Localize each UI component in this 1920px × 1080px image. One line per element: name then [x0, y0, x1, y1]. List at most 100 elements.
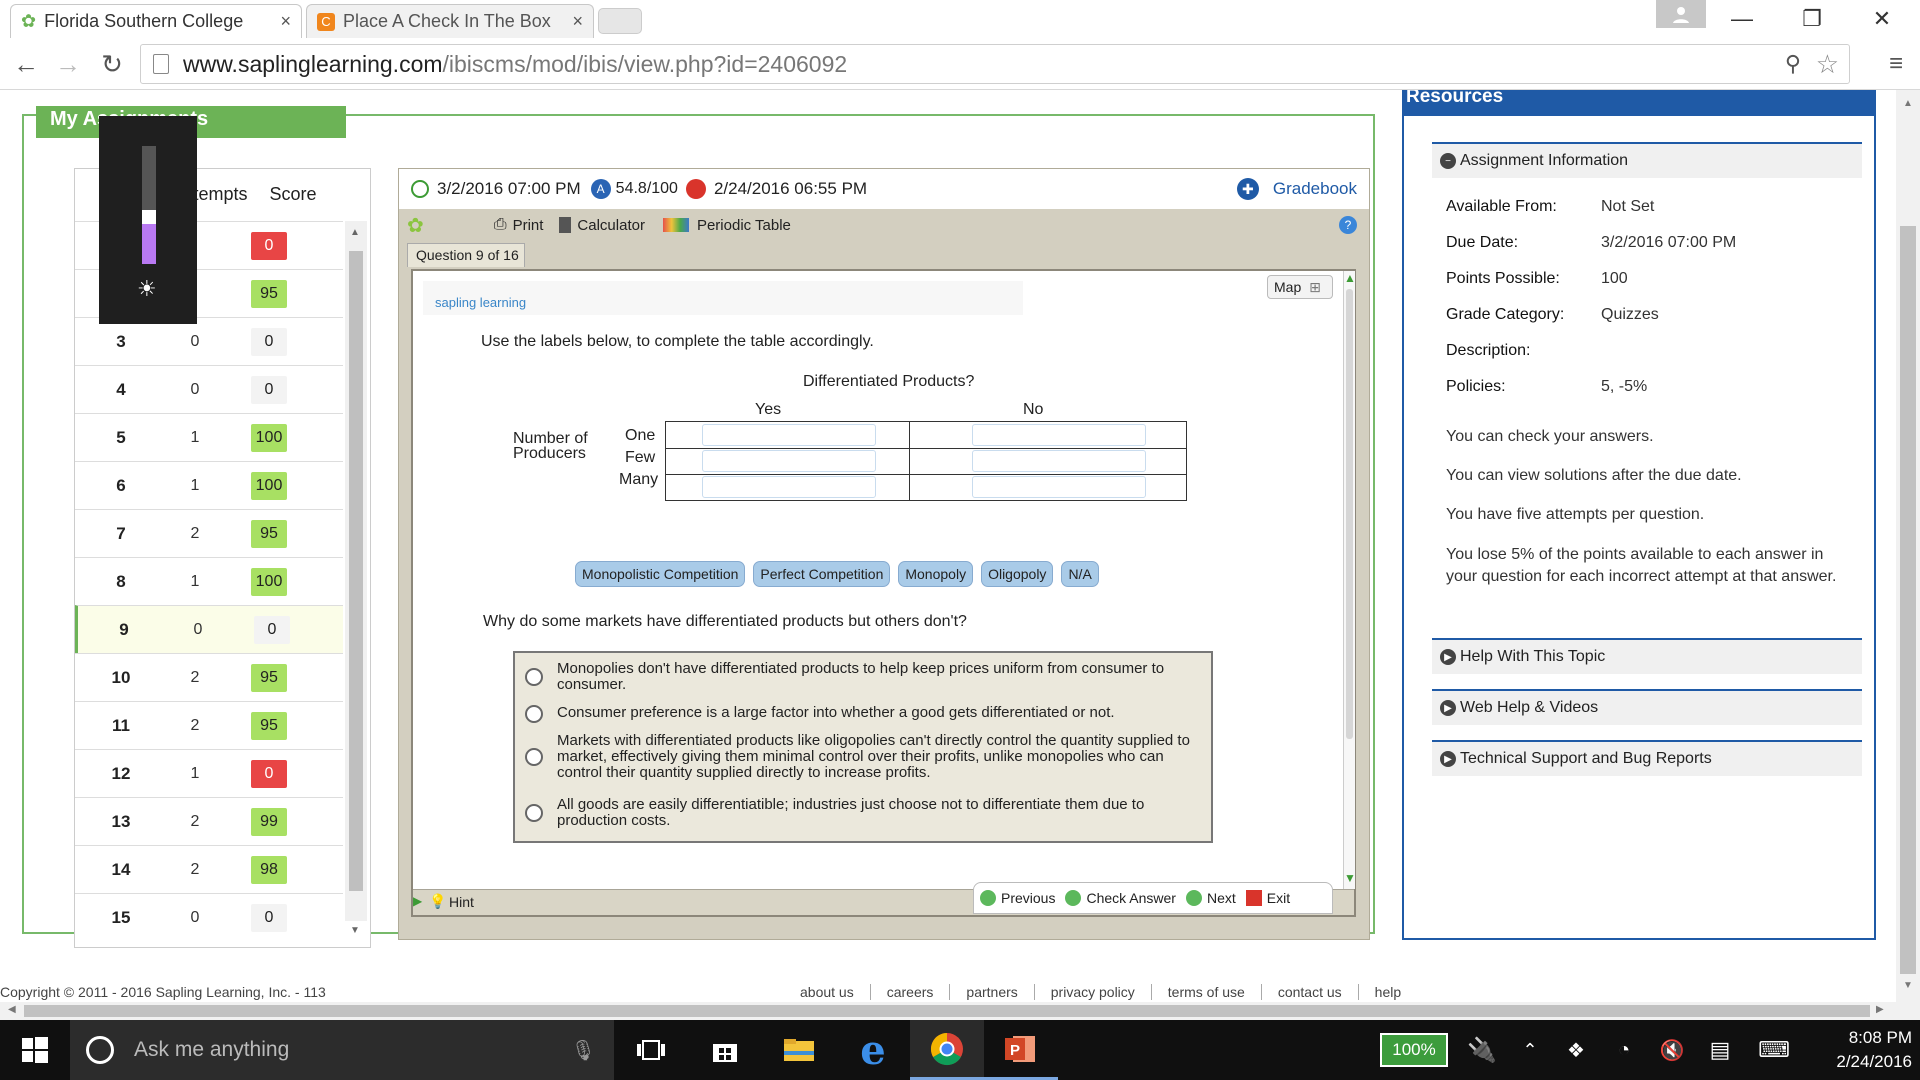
- horizontal-scrollbar[interactable]: ◀ ▶: [0, 1002, 1920, 1020]
- radio-option-2[interactable]: [525, 705, 543, 723]
- question-row[interactable]: 7 2 95: [75, 509, 343, 557]
- footer-link[interactable]: help: [1357, 984, 1417, 1000]
- radio-option-4[interactable]: [525, 804, 543, 822]
- gradebook-icon[interactable]: ✚: [1236, 178, 1259, 200]
- action-center-icon[interactable]: ▤: [1696, 1020, 1744, 1080]
- chip-monopolistic-competition[interactable]: Monopolistic Competition: [575, 561, 746, 587]
- question-row[interactable]: 15 0 0: [75, 893, 343, 941]
- exit-button[interactable]: Exit: [1267, 890, 1290, 906]
- zoom-icon[interactable]: ⚲: [1785, 51, 1801, 77]
- forward-icon[interactable]: →: [50, 46, 86, 82]
- scroll-right-icon[interactable]: ▶: [1876, 1004, 1884, 1015]
- tab-place-a-check[interactable]: C Place A Check In The Box ×: [306, 4, 594, 38]
- volume-thumb[interactable]: [142, 209, 156, 224]
- keyboard-icon[interactable]: ⌨: [1744, 1020, 1804, 1080]
- question-row[interactable]: 5 1 100: [75, 413, 343, 461]
- help-with-topic-section[interactable]: ▶ Help With This Topic: [1432, 638, 1862, 674]
- check-icon[interactable]: [1065, 890, 1082, 906]
- question-row[interactable]: 4 0 0: [75, 365, 343, 413]
- close-icon[interactable]: ×: [572, 11, 583, 32]
- show-hidden-icons[interactable]: ⌃: [1508, 1020, 1552, 1080]
- drop-slot-few-no[interactable]: [972, 450, 1146, 472]
- powerpoint-icon[interactable]: P: [984, 1020, 1058, 1080]
- bookmark-star-icon[interactable]: ☆: [1816, 49, 1839, 80]
- expand-icon[interactable]: ▶: [413, 894, 422, 908]
- calculator-icon[interactable]: [559, 217, 572, 233]
- restore-icon[interactable]: ❐: [1786, 0, 1838, 38]
- technical-support-section[interactable]: ▶ Technical Support and Bug Reports: [1432, 740, 1862, 776]
- file-explorer-icon[interactable]: [762, 1020, 836, 1080]
- new-tab-button[interactable]: [598, 8, 642, 34]
- drop-slot-one-yes[interactable]: [702, 424, 876, 446]
- close-icon[interactable]: ×: [280, 11, 291, 32]
- minimize-icon[interactable]: —: [1716, 0, 1768, 38]
- collapse-icon[interactable]: −: [1440, 153, 1456, 169]
- scrollbar-thumb[interactable]: [1346, 289, 1353, 739]
- scrollbar-thumb[interactable]: [1900, 226, 1916, 974]
- footer-link[interactable]: terms of use: [1150, 984, 1261, 1000]
- periodic-table-icon[interactable]: [662, 218, 689, 232]
- question-row[interactable]: 3 0 0: [75, 317, 343, 365]
- chip-oligopoly[interactable]: Oligopoly: [981, 561, 1054, 587]
- question-row[interactable]: 10 2 95: [75, 653, 343, 701]
- chip-perfect-competition[interactable]: Perfect Competition: [753, 561, 891, 587]
- drop-slot-one-no[interactable]: [972, 424, 1146, 446]
- scroll-up-icon[interactable]: ▲: [1344, 271, 1356, 285]
- reload-icon[interactable]: ↻: [94, 46, 130, 82]
- drop-slot-many-no[interactable]: [972, 476, 1146, 498]
- calculator-button[interactable]: Calculator: [577, 217, 645, 234]
- chip-monopoly[interactable]: Monopoly: [898, 561, 974, 587]
- question-row[interactable]: 14 2 98: [75, 845, 343, 893]
- chip-na[interactable]: N/A: [1061, 561, 1099, 587]
- scroll-down-icon[interactable]: ▼: [1344, 871, 1356, 885]
- drop-slot-few-yes[interactable]: [702, 450, 876, 472]
- wifi-icon[interactable]: ◔: [1600, 1020, 1648, 1080]
- question-scrollbar[interactable]: ▲ ▼: [1343, 271, 1356, 889]
- cortana-search[interactable]: Ask me anything 🎙: [70, 1020, 614, 1080]
- start-button[interactable]: [0, 1020, 70, 1080]
- radio-option-1[interactable]: [525, 668, 543, 686]
- next-icon[interactable]: [1185, 890, 1202, 906]
- option-4[interactable]: All goods are easily differentiatible; i…: [515, 797, 1215, 829]
- battery-indicator[interactable]: 100%: [1380, 1033, 1448, 1067]
- profile-icon[interactable]: [1656, 0, 1706, 28]
- footer-link[interactable]: contact us: [1260, 984, 1358, 1000]
- web-help-videos-section[interactable]: ▶ Web Help & Videos: [1432, 689, 1862, 725]
- store-icon[interactable]: [688, 1020, 762, 1080]
- scroll-up-icon[interactable]: ▲: [1903, 98, 1913, 109]
- expand-icon[interactable]: ▶: [1440, 751, 1456, 767]
- url-input[interactable]: www.saplinglearning.com/ibiscms/mod/ibis…: [140, 44, 1850, 84]
- question-row[interactable]: 9 0 0: [75, 605, 343, 653]
- scroll-left-icon[interactable]: ◀: [8, 1004, 16, 1015]
- assignment-information-section[interactable]: − Assignment Information: [1432, 142, 1862, 178]
- exit-icon[interactable]: [1245, 890, 1262, 906]
- edge-icon[interactable]: e: [836, 1020, 910, 1080]
- footer-link[interactable]: about us: [784, 984, 870, 1000]
- footer-link[interactable]: partners: [949, 984, 1033, 1000]
- expand-icon[interactable]: ▶: [1440, 700, 1456, 716]
- map-button[interactable]: Map ⊞: [1267, 275, 1333, 299]
- page-scrollbar[interactable]: ▲ ▼: [1896, 90, 1920, 1002]
- task-view-icon[interactable]: [614, 1020, 688, 1080]
- volume-track[interactable]: [142, 146, 156, 264]
- volume-muted-icon[interactable]: 🔇: [1648, 1020, 1696, 1080]
- chrome-icon[interactable]: [910, 1020, 984, 1080]
- check-answer-button[interactable]: Check Answer: [1086, 890, 1175, 906]
- hint-button[interactable]: Hint: [449, 894, 474, 910]
- scroll-down-icon[interactable]: ▼: [350, 925, 360, 936]
- gradebook-link[interactable]: Gradebook: [1273, 179, 1357, 199]
- print-icon[interactable]: ⎙: [494, 216, 507, 234]
- radio-option-3[interactable]: [525, 748, 543, 766]
- question-row[interactable]: 12 1 0: [75, 749, 343, 797]
- question-row[interactable]: 13 2 99: [75, 797, 343, 845]
- clock[interactable]: 8:08 PM 2/24/2016: [1808, 1026, 1912, 1074]
- option-3[interactable]: Markets with differentiated products lik…: [515, 733, 1215, 781]
- footer-link[interactable]: careers: [869, 984, 950, 1000]
- microphone-icon[interactable]: 🎙: [571, 1038, 596, 1063]
- question-row[interactable]: 11 2 95: [75, 701, 343, 749]
- help-icon[interactable]: ?: [1339, 216, 1357, 234]
- option-1[interactable]: Monopolies don't have differentiated pro…: [515, 661, 1215, 693]
- scrollbar-thumb[interactable]: [349, 251, 363, 891]
- periodic-table-button[interactable]: Periodic Table: [697, 217, 791, 234]
- drop-slot-many-yes[interactable]: [702, 476, 876, 498]
